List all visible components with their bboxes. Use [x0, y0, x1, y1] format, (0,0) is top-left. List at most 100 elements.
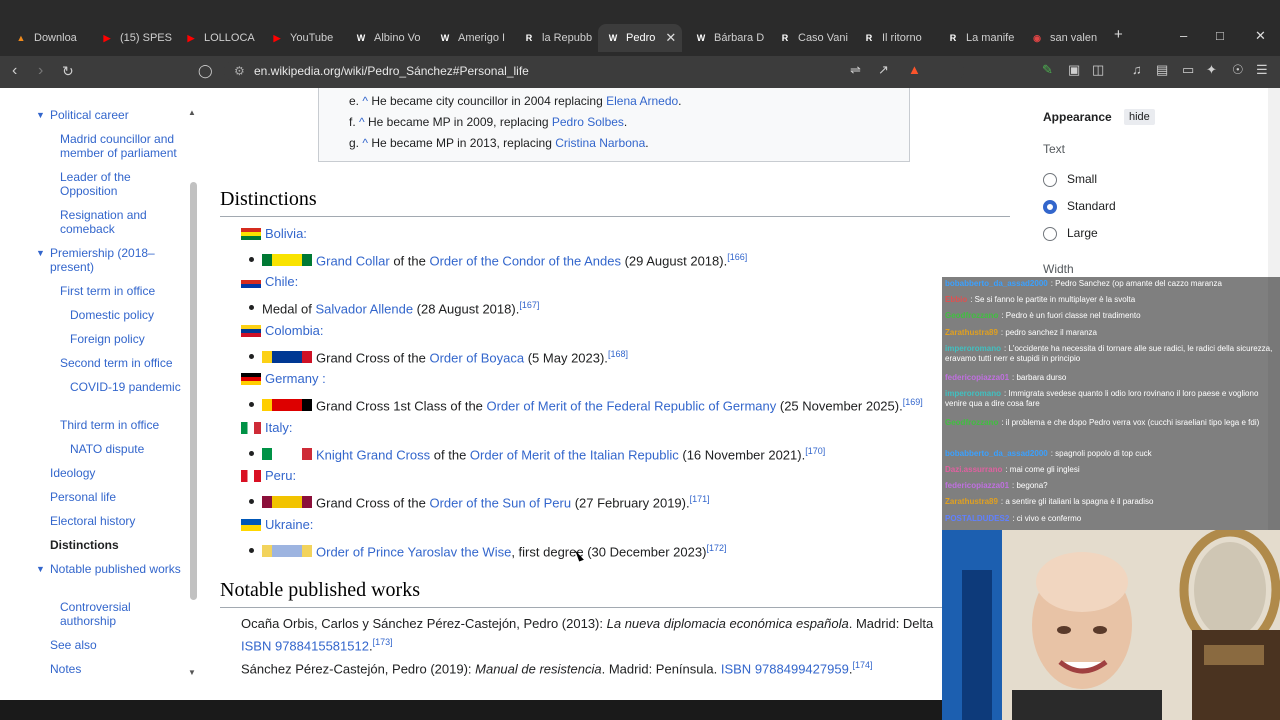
note-link[interactable]: Pedro Solbes: [552, 115, 624, 129]
citation-ref[interactable]: [168]: [608, 349, 628, 359]
browser-tab[interactable]: ◉ san valen: [1022, 24, 1102, 52]
text-size-radio[interactable]: [1043, 200, 1057, 214]
toc-item[interactable]: Third term in office: [60, 418, 185, 432]
chevron-down-icon[interactable]: ▼: [36, 110, 45, 120]
extensions-icon[interactable]: ▣: [1068, 62, 1080, 78]
screenshot-icon[interactable]: ◫: [1092, 62, 1104, 78]
browser-tab[interactable]: R La manife: [938, 24, 1018, 52]
isbn-link[interactable]: 9788499427959: [755, 661, 849, 676]
browser-tab[interactable]: W Albino Vo: [346, 24, 426, 52]
new-tab-icon[interactable]: +: [1114, 26, 1123, 43]
toc-item[interactable]: Personal life: [50, 490, 185, 504]
distinction-link[interactable]: Salvador Allende: [315, 301, 413, 316]
browser-tab[interactable]: R Il ritorno: [854, 24, 934, 52]
translate-icon[interactable]: ⇌: [850, 62, 861, 78]
isbn-link[interactable]: 9788415581512: [275, 638, 369, 653]
maximize-icon[interactable]: □: [1216, 28, 1224, 43]
brave-shield-icon[interactable]: ▲: [908, 62, 921, 77]
country-link[interactable]: Chile: [265, 274, 295, 289]
toc-item[interactable]: Foreign policy: [70, 332, 185, 346]
toc-item[interactable]: First term in office: [60, 284, 185, 298]
back-icon[interactable]: ‹: [12, 62, 17, 80]
toc-item[interactable]: Premiership (2018–present): [50, 246, 185, 274]
bookmark-icon[interactable]: ◯: [198, 63, 213, 79]
browser-tab[interactable]: W Bárbara D: [686, 24, 766, 52]
distinction-link[interactable]: Order of Merit of the Federal Republic o…: [487, 398, 777, 413]
distinction-link[interactable]: Order of the Sun of Peru: [429, 495, 571, 510]
isbn-link[interactable]: ISBN: [721, 661, 751, 676]
toc-scroll-up-icon[interactable]: ▲: [188, 108, 196, 117]
toc-scrollbar[interactable]: [190, 182, 197, 600]
toc-item[interactable]: Domestic policy: [70, 308, 185, 322]
forward-icon[interactable]: ›: [38, 62, 43, 80]
browser-tab[interactable]: W Amerigo I: [430, 24, 510, 52]
country-link[interactable]: Ukraine: [265, 517, 310, 532]
wallet-icon[interactable]: ▭: [1182, 62, 1194, 78]
citation-ref[interactable]: [167]: [519, 300, 539, 310]
distinction-link[interactable]: Grand Collar: [316, 253, 390, 268]
note-backlink[interactable]: ^: [362, 94, 371, 108]
browser-tab[interactable]: ▶ (15) SPES: [92, 24, 172, 52]
close-window-icon[interactable]: ✕: [1255, 28, 1266, 44]
chevron-down-icon[interactable]: ▼: [36, 248, 45, 258]
note-backlink[interactable]: ^: [359, 115, 368, 129]
leo-icon[interactable]: ✦: [1206, 62, 1217, 78]
note-link[interactable]: Cristina Narbona: [555, 136, 645, 150]
citation-ref[interactable]: [170]: [805, 446, 825, 456]
distinction-link[interactable]: Order of the Condor of the Andes: [429, 253, 621, 268]
country-link[interactable]: Bolivia: [265, 226, 303, 241]
country-link[interactable]: Peru: [265, 468, 292, 483]
toc-item[interactable]: Electoral history: [50, 514, 185, 528]
note-link[interactable]: Elena Arnedo: [606, 94, 678, 108]
country-link[interactable]: Colombia: [265, 323, 320, 338]
chevron-down-icon[interactable]: ▼: [36, 564, 45, 574]
browser-tab[interactable]: Rla Repubb: [514, 24, 594, 52]
note-backlink[interactable]: ^: [362, 136, 371, 150]
toc-item[interactable]: NATO dispute: [70, 442, 185, 456]
isbn-link[interactable]: ISBN: [241, 638, 271, 653]
country-link[interactable]: Italy: [265, 420, 289, 435]
citation-ref[interactable]: [166]: [727, 252, 747, 262]
toc-item[interactable]: COVID-19 pandemic: [70, 380, 185, 394]
toc-item[interactable]: Madrid councillor and member of parliame…: [60, 132, 185, 160]
distinction-link[interactable]: Order of Prince Yaroslav the Wise: [316, 544, 511, 559]
menu-icon[interactable]: ☰: [1256, 62, 1268, 78]
toc-item[interactable]: Ideology: [50, 466, 185, 480]
minimize-icon[interactable]: –: [1180, 28, 1187, 43]
citation-ref[interactable]: [172]: [706, 543, 726, 553]
toc-scroll-down-icon[interactable]: ▼: [188, 668, 196, 677]
citation-ref[interactable]: [171]: [690, 494, 710, 504]
toc-item[interactable]: Leader of the Opposition: [60, 170, 185, 198]
browser-tab[interactable]: ▶ LOLLOCA: [176, 24, 258, 52]
toc-item[interactable]: See also: [50, 638, 185, 652]
distinction-link[interactable]: Order of Merit of the Italian Republic: [470, 447, 679, 462]
citation-ref[interactable]: [174]: [852, 660, 872, 670]
close-tab-icon[interactable]: ✕: [665, 30, 676, 46]
toc-item[interactable]: Political career: [50, 108, 185, 122]
toc-item[interactable]: Notes: [50, 662, 185, 676]
citation-ref[interactable]: [169]: [903, 397, 923, 407]
site-info-icon[interactable]: ⚙: [234, 60, 245, 82]
distinction-link[interactable]: Knight Grand Cross: [316, 447, 430, 462]
browser-tab[interactable]: R Caso Vani: [770, 24, 850, 52]
pen-icon[interactable]: ✎: [1042, 62, 1053, 78]
media-icon[interactable]: ♫: [1132, 62, 1142, 77]
citation-ref[interactable]: [173]: [373, 637, 393, 647]
toc-item[interactable]: Resignation and comeback: [60, 208, 185, 236]
vpn-icon[interactable]: ☉: [1232, 62, 1244, 78]
browser-tab[interactable]: W Pedro ✕: [598, 24, 682, 52]
hide-button[interactable]: hide: [1124, 109, 1155, 125]
text-size-radio[interactable]: [1043, 173, 1057, 187]
text-size-radio[interactable]: [1043, 227, 1057, 241]
sidebar-icon[interactable]: ▤: [1156, 62, 1168, 78]
browser-tab[interactable]: ▶ YouTube: [262, 24, 342, 52]
toc-item[interactable]: Distinctions: [50, 538, 185, 552]
distinction-link[interactable]: Order of Boyaca: [429, 350, 524, 365]
toc-item[interactable]: Notable published works: [50, 562, 185, 576]
toc-item[interactable]: Second term in office: [60, 356, 185, 370]
toc-item[interactable]: Controversial authorship: [60, 600, 185, 628]
country-link[interactable]: Germany: [265, 371, 318, 386]
share-icon[interactable]: ↗: [878, 62, 889, 78]
reload-icon[interactable]: ↻: [62, 63, 74, 80]
browser-tab[interactable]: ▲ Downloa: [6, 24, 88, 52]
